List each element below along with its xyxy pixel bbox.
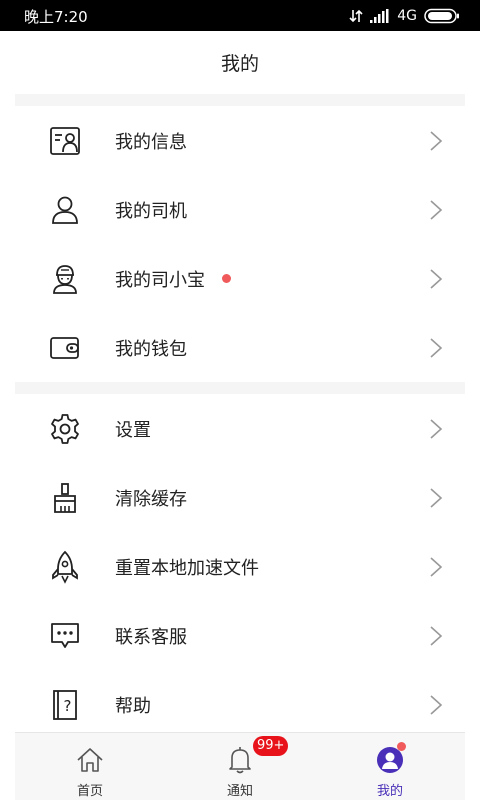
rocket-icon xyxy=(48,550,82,584)
chevron-right-icon xyxy=(430,556,443,577)
menu-label: 帮助 xyxy=(115,695,151,717)
status-bar: 晚上7:20 4G xyxy=(0,0,480,31)
assistant-character-icon xyxy=(48,262,82,296)
notification-dot xyxy=(222,274,231,283)
broom-icon xyxy=(48,481,82,515)
chevron-right-icon xyxy=(430,625,443,646)
chevron-right-icon xyxy=(430,199,443,220)
signal-icon xyxy=(370,9,389,23)
section-divider xyxy=(15,94,465,106)
menu-label: 重置本地加速文件 xyxy=(115,557,259,579)
menu-label: 我的司机 xyxy=(115,200,187,222)
menu-item-settings[interactable]: 设置 xyxy=(15,394,465,463)
tab-label: 首页 xyxy=(76,784,103,799)
chevron-right-icon xyxy=(430,337,443,358)
tab-mine[interactable]: 我的 xyxy=(315,733,465,800)
app-screen: 我的 我的信息 我的司机 我的司小宝 我的钱包 设置 清除缓存 重置本地加速文件… xyxy=(15,31,465,800)
chevron-right-icon xyxy=(430,268,443,289)
svg-text:?: ? xyxy=(64,697,72,715)
menu-item-wallet[interactable]: 我的钱包 xyxy=(15,313,465,382)
chevron-right-icon xyxy=(430,694,443,715)
chevron-right-icon xyxy=(430,487,443,508)
menu-item-help[interactable]: ? 帮助 xyxy=(15,670,465,739)
section-divider xyxy=(15,382,465,394)
network-type: 4G xyxy=(397,8,417,24)
profile-card-icon xyxy=(48,124,82,158)
menu-item-clear-cache[interactable]: 清除缓存 xyxy=(15,463,465,532)
chat-bubble-icon xyxy=(48,619,82,653)
battery-icon xyxy=(424,8,459,24)
notification-count-badge: 99+ xyxy=(253,736,289,756)
help-book-icon: ? xyxy=(48,688,82,722)
chevron-right-icon xyxy=(430,418,443,439)
data-transfer-icon xyxy=(349,9,363,23)
notification-dot xyxy=(397,742,406,751)
menu-label: 我的钱包 xyxy=(115,338,187,360)
menu-item-my-driver[interactable]: 我的司机 xyxy=(15,175,465,244)
menu-item-assistant[interactable]: 我的司小宝 xyxy=(15,244,465,313)
tab-label: 通知 xyxy=(226,784,253,799)
chevron-right-icon xyxy=(430,130,443,151)
menu-label: 我的信息 xyxy=(115,131,187,153)
menu-item-customer-service[interactable]: 联系客服 xyxy=(15,601,465,670)
menu-label: 联系客服 xyxy=(115,626,187,648)
status-time: 晚上7:20 xyxy=(24,8,88,26)
tab-notifications[interactable]: 99+ 通知 xyxy=(165,733,315,800)
menu-item-reset-acceleration[interactable]: 重置本地加速文件 xyxy=(15,532,465,601)
bell-icon xyxy=(225,745,255,775)
status-indicators: 4G xyxy=(349,7,460,25)
tab-home[interactable]: 首页 xyxy=(15,733,165,800)
bottom-tab-bar: 首页 99+ 通知 我的 xyxy=(15,732,465,800)
menu-label: 设置 xyxy=(115,419,151,441)
menu-label: 我的司小宝 xyxy=(115,269,205,291)
gear-icon xyxy=(48,412,82,446)
menu-label: 清除缓存 xyxy=(115,488,187,510)
title-bar: 我的 xyxy=(15,31,465,94)
tab-label: 我的 xyxy=(376,784,403,799)
menu-item-my-info[interactable]: 我的信息 xyxy=(15,106,465,175)
page-title: 我的 xyxy=(220,53,259,75)
driver-person-icon xyxy=(48,193,82,227)
home-icon xyxy=(75,745,105,775)
wallet-icon xyxy=(48,331,82,365)
